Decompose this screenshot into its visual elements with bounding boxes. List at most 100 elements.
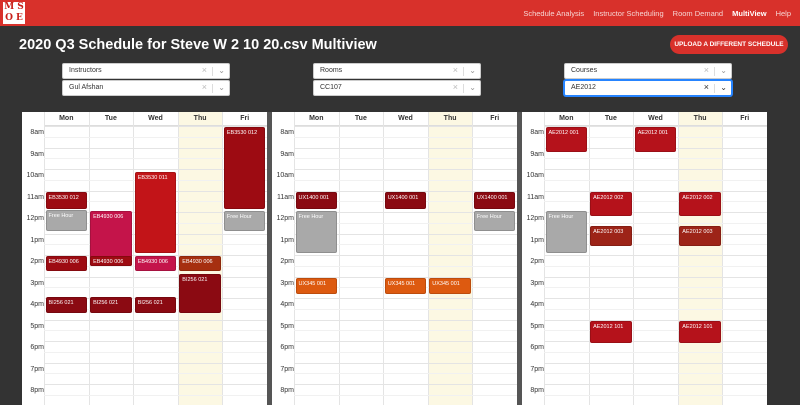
select-separator	[463, 84, 464, 93]
upload-different-schedule-button[interactable]: UPLOAD A DIFFERENT SCHEDULE	[670, 35, 788, 54]
calendar-event[interactable]: EB3530 011	[134, 172, 177, 253]
logo-line-1: M S	[4, 2, 24, 12]
grid-column-line	[44, 112, 45, 405]
grid-hour-line	[544, 169, 767, 170]
panel1-value-select[interactable]: Gul Afshan × ⌄	[62, 80, 230, 96]
time-label-3pm: 3pm	[530, 279, 544, 287]
time-label-11am: 11am	[527, 193, 544, 201]
day-header-fri: Fri	[722, 112, 767, 126]
calendar-event[interactable]: EB3530 012	[45, 191, 88, 209]
nav-instructor-scheduling[interactable]: Instructor Scheduling	[593, 9, 663, 18]
calendar-event[interactable]: Free Hour	[473, 210, 516, 232]
calendar-event[interactable]: UX345 001	[429, 277, 471, 294]
calendar-event[interactable]: UX1400 001	[384, 191, 427, 209]
calendar-event[interactable]: EB4930 006	[45, 256, 88, 272]
grid-halfhour-line	[294, 330, 517, 332]
time-label-7pm: 7pm	[30, 365, 44, 373]
time-label-5pm: 5pm	[280, 322, 294, 330]
grid-column-line	[722, 112, 724, 405]
chevron-down-icon[interactable]: ⌄	[469, 83, 476, 92]
calendar-event[interactable]: BI256 021	[90, 296, 132, 314]
grid-hour-line	[544, 319, 767, 321]
panel3-type-select[interactable]: Courses × ⌄	[564, 63, 732, 79]
select-value: AE2012	[571, 84, 596, 91]
day-header-wed: Wed	[133, 112, 178, 126]
grid-halfhour-line	[44, 330, 267, 332]
grid-hour-line	[544, 362, 767, 364]
clear-icon[interactable]: ×	[202, 65, 207, 75]
page-title: 2020 Q3 Schedule for Steve W 2 10 20.csv…	[19, 37, 377, 53]
calendar-event[interactable]: AE2012 001	[634, 127, 677, 152]
time-label-10am: 10am	[26, 172, 44, 179]
nav-multiview[interactable]: MultiView	[732, 9, 766, 18]
time-label-9am: 9am	[30, 150, 44, 158]
grid-hour-line	[544, 384, 767, 385]
select-separator	[212, 67, 213, 76]
panel2-type-select[interactable]: Rooms × ⌄	[313, 63, 481, 79]
time-label-3pm: 3pm	[280, 279, 294, 287]
calendar-event[interactable]: EB3530 012	[223, 127, 266, 209]
calendar-event[interactable]: UX1400 001	[473, 191, 516, 209]
calendar-event[interactable]: EB4930 006	[90, 256, 132, 266]
chevron-down-icon[interactable]: ⌄	[218, 83, 225, 92]
select-separator	[714, 84, 715, 93]
chevron-down-icon[interactable]: ⌄	[720, 66, 727, 75]
calendar-event[interactable]: Free Hour	[223, 210, 266, 232]
thursday-highlight	[427, 112, 473, 405]
msoe-logo[interactable]: M S O E	[3, 2, 25, 24]
chevron-down-icon[interactable]: ⌄	[218, 66, 225, 75]
grid-halfhour-line	[294, 373, 517, 375]
panel2-value-select[interactable]: CC107 × ⌄	[313, 80, 481, 96]
select-value: Rooms	[320, 67, 343, 74]
calendar-event[interactable]: AE2012 001	[545, 127, 588, 152]
calendar-event[interactable]: AE2012 002	[590, 191, 632, 217]
day-header-tue: Tue	[338, 112, 384, 126]
nav-schedule-analysis[interactable]: Schedule Analysis	[523, 9, 584, 18]
grid-hour-line	[294, 362, 517, 364]
grid-hour-line	[544, 298, 767, 299]
calendar-event[interactable]: AE2012 003	[679, 225, 721, 247]
grid-halfhour-line	[294, 136, 517, 138]
day-header-tue: Tue	[88, 112, 134, 126]
calendar-event[interactable]: UX1400 001	[295, 191, 338, 209]
clear-icon[interactable]: ×	[704, 65, 709, 75]
calendar-event[interactable]: Free Hour	[45, 209, 88, 232]
calendar-event[interactable]: EB4930 006	[134, 256, 177, 272]
nav-help[interactable]: Help	[776, 9, 791, 18]
time-label-10am: 10am	[526, 172, 544, 179]
time-label-11am: 11am	[27, 193, 44, 201]
day-header-wed: Wed	[633, 112, 678, 126]
nav-room-demand[interactable]: Room Demand	[673, 9, 723, 18]
time-label-1pm: 1pm	[280, 236, 294, 244]
grid-halfhour-line	[544, 265, 767, 267]
calendar-event[interactable]: AE2012 101	[679, 320, 721, 344]
calendar-event[interactable]: UX345 001	[384, 277, 427, 294]
select-value: Instructors	[69, 67, 102, 74]
calendar-event[interactable]: Free Hour	[295, 210, 338, 253]
time-label-8am: 8am	[530, 129, 544, 136]
chevron-down-icon[interactable]: ⌄	[720, 83, 727, 92]
panel1-type-select[interactable]: Instructors × ⌄	[62, 63, 230, 79]
calendar-event[interactable]: EB4930 006	[179, 256, 221, 272]
grid-column-line	[544, 112, 545, 405]
calendar-event[interactable]: AE2012 002	[679, 191, 721, 217]
calendar-event[interactable]: UX345 001	[295, 277, 338, 294]
time-label-4pm: 4pm	[30, 301, 44, 308]
calendar-event[interactable]: AE2012 003	[590, 225, 632, 247]
clear-icon[interactable]: ×	[453, 82, 458, 92]
select-separator	[714, 67, 715, 76]
calendar-event[interactable]: AE2012 101	[590, 320, 632, 344]
grid-halfhour-line	[294, 179, 517, 181]
calendar-event[interactable]: BI256 021	[45, 296, 88, 314]
clear-icon[interactable]: ×	[453, 65, 458, 75]
calendar-event[interactable]: Free Hour	[545, 210, 588, 253]
select-value: Gul Afshan	[69, 84, 104, 91]
clear-icon[interactable]: ×	[704, 82, 709, 92]
chevron-down-icon[interactable]: ⌄	[469, 66, 476, 75]
clear-icon[interactable]: ×	[202, 82, 207, 92]
calendar-event[interactable]: BI256 021	[179, 274, 221, 314]
grid-halfhour-line	[44, 351, 267, 353]
grid-column-line	[383, 112, 385, 405]
calendar-event[interactable]: BI256 021	[134, 296, 177, 314]
panel3-value-select[interactable]: AE2012 × ⌄	[564, 80, 732, 96]
